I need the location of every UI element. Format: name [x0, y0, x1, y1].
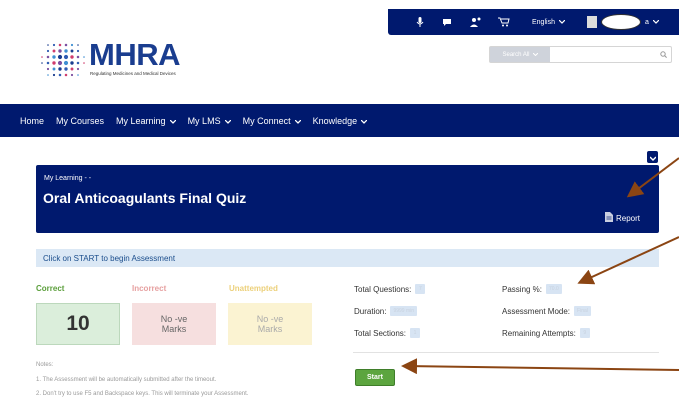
unattempted-label: Unattempted — [229, 284, 278, 293]
redaction-oval — [600, 14, 641, 30]
document-icon — [605, 212, 613, 224]
search-bar: Search All — [489, 46, 672, 63]
correct-count-box: 10 — [36, 303, 120, 345]
chevron-down-icon — [649, 148, 656, 166]
brand-tagline: Regulating Medicines and Medical Devices — [90, 71, 176, 76]
unattempted-box: No -ve Marks — [228, 303, 312, 345]
correct-label: Correct — [36, 284, 65, 293]
nav-item-my-lms[interactable]: My LMS — [188, 116, 232, 126]
instruction-bar: Click on START to begin Assessment — [36, 249, 659, 267]
nav-item-home[interactable]: Home — [20, 116, 44, 126]
nav-item-my-learning[interactable]: My Learning — [116, 116, 177, 126]
chevron-down-icon — [224, 116, 232, 126]
total-questions-value: 7 — [415, 284, 426, 294]
annotation-arrow — [401, 358, 679, 375]
start-button[interactable]: Start — [355, 369, 395, 386]
breadcrumb: My Learning - - — [44, 175, 92, 182]
unattempted-value-line2: Marks — [257, 324, 283, 334]
total-questions-stat: Total Questions: 7 — [354, 284, 426, 294]
passing-value: 70.0 — [546, 284, 562, 294]
notes-heading: Notes: — [36, 362, 54, 368]
assessment-mode-stat: Assessment Mode: Final — [502, 306, 591, 316]
microphone-icon[interactable] — [410, 17, 430, 27]
collapse-toggle[interactable] — [647, 151, 658, 163]
search-scope-dropdown[interactable]: Search All — [490, 47, 550, 62]
search-input[interactable] — [550, 47, 655, 62]
cart-icon[interactable] — [494, 17, 514, 27]
note-item: 2. Don't try to use F5 and Backspace key… — [36, 391, 249, 397]
unattempted-value-line1: No -ve — [256, 314, 284, 324]
nav-item-knowledge[interactable]: Knowledge — [313, 116, 368, 126]
report-label: Report — [616, 213, 641, 223]
duration-stat: Duration: 9999 min — [354, 306, 418, 316]
chevron-down-icon — [169, 116, 177, 126]
main-navigation: Home My Courses My Learning My LMS My Co… — [0, 104, 679, 137]
duration-value: 9999 min — [390, 306, 418, 316]
chevron-down-icon — [294, 116, 302, 126]
incorrect-value-line2: Marks — [161, 324, 187, 334]
total-sections-stat: Total Sections: 1 — [354, 328, 421, 338]
top-utility-bar: English a — [388, 9, 679, 35]
chevron-down-icon — [360, 116, 368, 126]
chevron-down-icon — [532, 52, 538, 58]
nav-item-my-connect[interactable]: My Connect — [243, 116, 302, 126]
correct-count: 10 — [66, 312, 90, 335]
incorrect-box: No -ve Marks — [132, 303, 216, 345]
passing-stat: Passing %: 70.0 — [502, 284, 562, 294]
chat-icon[interactable] — [438, 18, 458, 27]
remaining-attempts-stat: Remaining Attempts: 9 — [502, 328, 590, 338]
report-link[interactable]: Report — [605, 212, 640, 224]
users-icon[interactable] — [466, 17, 486, 27]
note-item: 1. The Assessment will be automatically … — [36, 377, 217, 383]
user-name-suffix: a — [644, 18, 649, 26]
brand-name: MHRA — [89, 37, 181, 72]
user-menu[interactable]: a — [586, 14, 660, 30]
avatar — [586, 16, 597, 28]
language-selector[interactable]: English — [532, 18, 566, 26]
incorrect-value-line1: No -ve — [160, 314, 188, 324]
assessment-mode-value: Final — [574, 306, 591, 316]
page-title: Oral Anticoagulants Final Quiz — [43, 190, 247, 206]
quiz-banner: My Learning - - Oral Anticoagulants Fina… — [36, 165, 659, 233]
chevron-down-icon — [558, 19, 566, 26]
nav-item-my-courses[interactable]: My Courses — [56, 116, 104, 126]
total-sections-value: 1 — [410, 328, 421, 338]
search-icon[interactable] — [655, 47, 671, 62]
search-scope-label: Search All — [502, 51, 530, 58]
incorrect-label: Incorrect — [132, 284, 167, 293]
chevron-down-icon — [652, 19, 660, 26]
divider — [353, 352, 659, 353]
language-label: English — [532, 18, 555, 26]
remaining-attempts-value: 9 — [579, 328, 590, 338]
